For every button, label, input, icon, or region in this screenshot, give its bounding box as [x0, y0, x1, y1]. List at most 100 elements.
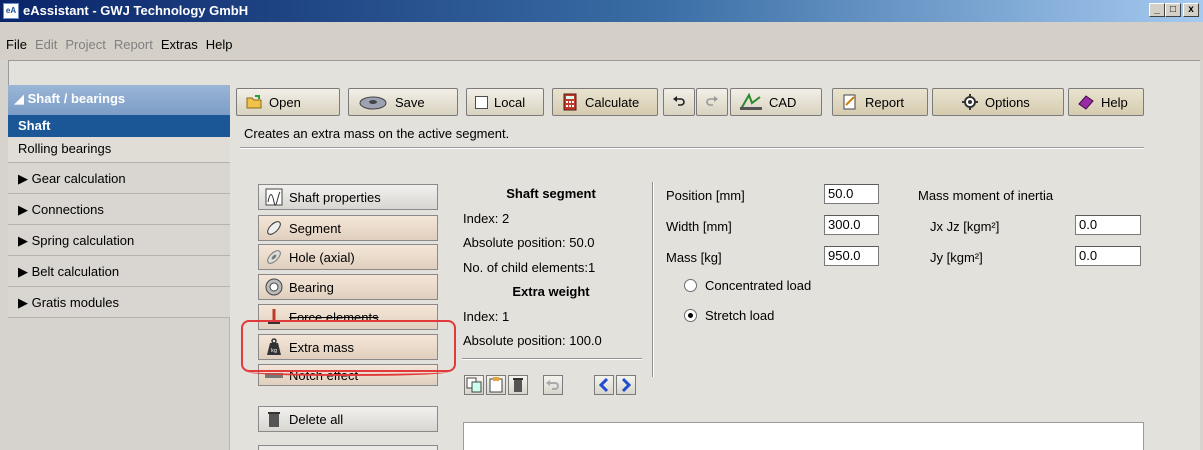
open-button[interactable]: Open [236, 88, 340, 116]
sidebar-section-shaft-bearings[interactable]: ◢ Shaft / bearings [8, 85, 230, 115]
mass-input[interactable]: 950.0 [824, 246, 879, 266]
jy-input[interactable]: 0.0 [1075, 246, 1141, 266]
previous-element-button[interactable] [594, 375, 614, 395]
vertical-separator [652, 182, 654, 377]
window-title: eAssistant - GWJ Technology GmbH [23, 3, 249, 18]
trash-icon [268, 412, 280, 427]
bearing-label: Bearing [289, 279, 334, 295]
local-checkbox[interactable] [475, 95, 488, 109]
chevron-left-icon [598, 377, 609, 393]
jxjz-label: Jx Jz [kgm²] [930, 219, 1000, 234]
trash-small-icon [513, 378, 523, 392]
shaft-properties-icon [265, 188, 283, 206]
stretch-load-radio[interactable] [684, 309, 697, 322]
copy-element-button[interactable] [464, 375, 484, 395]
sidebar-item-connections[interactable]: ▶ Connections [8, 194, 230, 225]
hole-axial-label: Hole (axial) [289, 249, 355, 265]
position-input[interactable]: 50.0 [824, 184, 879, 204]
save-button[interactable]: Save [348, 88, 458, 116]
concentrated-load-label: Concentrated load [705, 278, 812, 293]
segment-icon [267, 221, 281, 235]
segment-button[interactable]: Segment [258, 215, 438, 241]
extra-weight-index: Index: 1 [463, 309, 510, 324]
delete-all-button[interactable]: Delete all [258, 406, 438, 432]
stretch-load-label: Stretch load [705, 308, 775, 323]
sidebar-item-spring-calculation[interactable]: ▶ Spring calculation [8, 225, 230, 256]
menu-bar: File Edit Project Report Extras Help [0, 22, 1203, 60]
hole-axial-icon [267, 250, 281, 264]
open-label: Open [269, 94, 301, 110]
local-label: Local [494, 94, 526, 110]
jy-label: Jy [kgm²] [930, 250, 983, 265]
status-text: Creates an extra mass on the active segm… [244, 126, 510, 141]
report-icon [843, 94, 856, 110]
undo-element-button[interactable] [543, 375, 563, 395]
info-separator [462, 358, 642, 360]
calculator-icon [563, 93, 577, 111]
bearing-icon [265, 278, 283, 296]
report-button[interactable]: Report [832, 88, 928, 116]
chevron-right-icon [621, 377, 632, 393]
report-label: Report [865, 94, 905, 110]
help-button[interactable]: Help [1068, 88, 1144, 116]
paste-icon [489, 377, 503, 393]
cad-label: CAD [769, 94, 797, 110]
position-label: Position [mm] [666, 188, 745, 203]
calculate-button[interactable]: Calculate [552, 88, 658, 116]
close-button[interactable]: x [1183, 3, 1199, 17]
concentrated-load-radio[interactable] [684, 279, 697, 292]
menu-file[interactable]: File [6, 37, 27, 60]
segment-label: Segment [289, 220, 342, 236]
copy-icon [466, 377, 482, 393]
segment-abs-position: Absolute position: 50.0 [463, 235, 595, 250]
width-input[interactable]: 300.0 [824, 215, 879, 235]
sidebar-item-shaft[interactable]: Shaft [8, 115, 230, 137]
minimize-button[interactable]: _ [1149, 3, 1165, 17]
sidebar-item-rolling-bearings[interactable]: Rolling bearings [8, 137, 230, 163]
delete-all-label: Delete all [289, 411, 344, 427]
segment-child-elements: No. of child elements:1 [463, 260, 596, 275]
sidebar-item-gear-calculation[interactable]: ▶ Gear calculation [8, 163, 230, 194]
sidebar-item-gratis-modules[interactable]: ▶ Gratis modules [8, 287, 230, 318]
shaft-segment-heading: Shaft segment [506, 186, 596, 201]
highlight-annotation [241, 320, 456, 372]
undo-button[interactable] [663, 88, 695, 116]
more-button[interactable] [258, 445, 438, 450]
jxjz-input[interactable]: 0.0 [1075, 215, 1141, 235]
sidebar-item-belt-calculation[interactable]: ▶ Belt calculation [8, 256, 230, 287]
mass-label: Mass [kg] [666, 250, 722, 265]
menu-project[interactable]: Project [65, 37, 105, 60]
moi-label: Mass moment of inertia [918, 188, 1054, 203]
shaft-properties-button[interactable]: Shaft properties [258, 184, 438, 210]
redo-button[interactable] [696, 88, 728, 116]
bearing-button[interactable]: Bearing [258, 274, 438, 300]
segment-index: Index: 2 [463, 211, 510, 226]
menu-report[interactable]: Report [114, 37, 153, 60]
undo-icon [673, 96, 685, 106]
local-toggle[interactable]: Local [466, 88, 544, 116]
title-bar: eA eAssistant - GWJ Technology GmbH _ □ … [0, 0, 1203, 22]
sidebar: ◢ Shaft / bearings Shaft Rolling bearing… [8, 85, 230, 450]
menu-edit[interactable]: Edit [35, 37, 57, 60]
cad-icon [740, 93, 762, 110]
graphic-view-panel[interactable] [463, 422, 1144, 450]
separator [240, 147, 1144, 149]
cad-button[interactable]: CAD [730, 88, 822, 116]
paste-element-button[interactable] [486, 375, 506, 395]
next-element-button[interactable] [616, 375, 636, 395]
menu-extras[interactable]: Extras [161, 37, 198, 60]
delete-element-button[interactable] [508, 375, 528, 395]
save-disk-icon [359, 96, 387, 110]
extra-weight-heading: Extra weight [512, 284, 590, 299]
maximize-button[interactable]: □ [1165, 3, 1181, 17]
options-button[interactable]: Options [932, 88, 1064, 116]
help-label: Help [1101, 94, 1128, 110]
menu-help[interactable]: Help [206, 37, 233, 60]
calculate-label: Calculate [585, 94, 640, 110]
undo-small-icon [546, 380, 559, 390]
app-icon: eA [3, 3, 19, 19]
hole-axial-button[interactable]: Hole (axial) [258, 244, 438, 270]
shaft-properties-label: Shaft properties [289, 189, 381, 205]
save-label: Save [395, 94, 425, 110]
redo-icon [706, 96, 718, 106]
